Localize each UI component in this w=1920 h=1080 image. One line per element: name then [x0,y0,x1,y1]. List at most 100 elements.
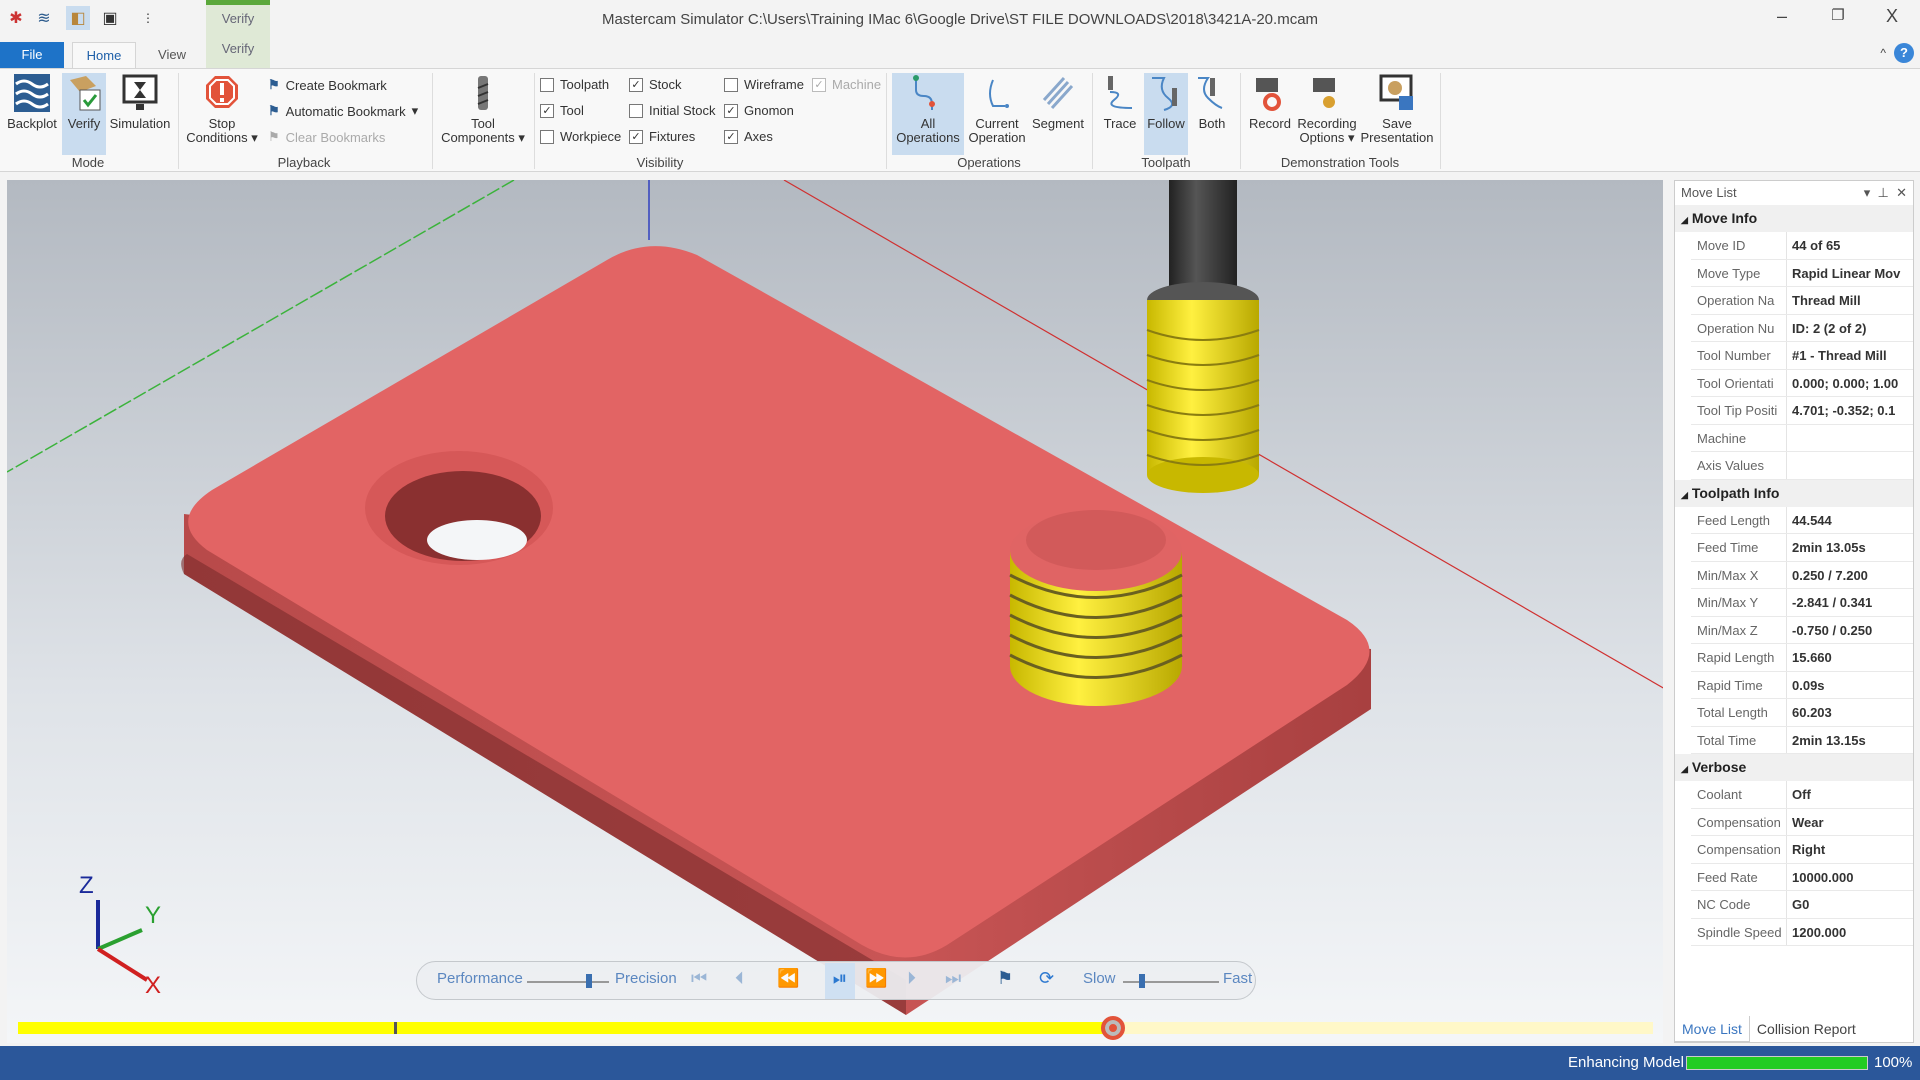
backplot-button[interactable]: Backplot [4,73,60,131]
gnomon-checkbox[interactable]: ✓ Gnomon [724,103,794,118]
recording-options-button[interactable]: Recording Options ▾ [1296,73,1358,145]
property-name: Spindle Speed [1691,918,1787,945]
all-operations-button[interactable]: All Operations [892,73,964,155]
property-row[interactable]: Tool Number #1 - Thread Mill [1691,342,1913,370]
step-back-icon[interactable]: ⏪ [777,968,799,989]
follow-button[interactable]: Follow [1144,73,1188,155]
property-row[interactable]: Total Length 60.203 [1691,699,1913,727]
property-row[interactable]: Tool Orientati 0.000; 0.000; 1.00 [1691,369,1913,397]
restore-button[interactable]: ❐ [1818,6,1858,32]
property-row[interactable]: Axis Values [1691,452,1913,480]
property-row[interactable]: NC Code G0 [1691,891,1913,919]
segment-button[interactable]: Segment [1030,73,1086,131]
loop-icon[interactable]: ⟳ [1039,968,1054,989]
step-end-icon[interactable]: ⏵ [907,968,916,989]
help-icon[interactable]: ? [1894,43,1914,63]
follow-icon [1147,73,1185,113]
gnomon-x-label: X [145,972,162,999]
property-row[interactable]: Min/Max X 0.250 / 7.200 [1691,561,1913,589]
property-row[interactable]: Machine [1691,424,1913,452]
simulation-button[interactable]: Simulation [108,73,172,131]
save-presentation-button[interactable]: Save Presentation [1360,73,1434,145]
section-header[interactable]: ◢ Toolpath Info [1675,479,1913,507]
go-to-end-icon[interactable]: ⏭ [945,968,961,989]
3d-viewport[interactable]: Z Y X [7,180,1663,1043]
speed-slider[interactable] [1123,974,1219,988]
stop-conditions-button[interactable]: Stop Conditions ▾ [184,73,260,145]
tab-view[interactable]: View [140,42,204,68]
property-row[interactable]: Rapid Length 15.660 [1691,644,1913,672]
pin-icon[interactable]: ⊥ [1878,185,1889,200]
tool-components-button[interactable]: Tool Components ▾ [436,73,530,145]
tab-file[interactable]: File [0,42,64,68]
property-name: Rapid Time [1691,671,1787,698]
minimize-button[interactable]: – [1762,6,1802,32]
current-operation-button[interactable]: Current Operation [966,73,1028,145]
property-row[interactable]: Tool Tip Positi 4.701; -0.352; 0.1 [1691,397,1913,425]
collapse-triangle-icon[interactable]: ◢ [1681,215,1688,225]
quality-slider-thumb[interactable] [585,974,592,988]
property-name: Total Time [1691,726,1787,753]
tab-collision-report[interactable]: Collision Report [1750,1016,1863,1042]
play-pause-button[interactable]: ⏯ [825,963,855,999]
property-row[interactable]: Min/Max Z -0.750 / 0.250 [1691,616,1913,644]
quality-slider[interactable] [527,974,609,988]
property-row[interactable]: Operation Nu ID: 2 (2 of 2) [1691,314,1913,342]
property-row[interactable]: Coolant Off [1691,781,1913,809]
tool-icon [464,73,502,113]
simulation-progress-track[interactable] [18,1016,1653,1040]
property-row[interactable]: Operation Na Thread Mill [1691,287,1913,315]
speed-slider-thumb[interactable] [1139,974,1146,988]
section-header[interactable]: ◢ Verbose [1675,754,1913,781]
initial-stock-checkbox[interactable]: Initial Stock [629,103,715,118]
property-row[interactable]: Rapid Time 0.09s [1691,671,1913,699]
collapse-triangle-icon[interactable]: ◢ [1681,764,1688,774]
close-panel-icon[interactable]: ✕ [1896,185,1907,200]
bookmark-marker[interactable] [394,1022,398,1034]
property-row[interactable]: Spindle Speed 1200.000 [1691,918,1913,946]
property-row[interactable]: Move ID 44 of 65 [1691,232,1913,260]
tab-home[interactable]: Home [72,42,136,68]
toolpath-checkbox[interactable]: Toolpath [540,77,609,92]
section-header[interactable]: ◢ Move Info [1675,205,1913,232]
clear-bookmarks-button[interactable]: ⚑ Clear Bookmarks [268,129,385,145]
workpiece-checkbox[interactable]: Workpiece [540,129,621,144]
automatic-bookmark-button[interactable]: ⚑ Automatic Bookmark ▾ [268,103,418,119]
property-name: Move ID [1691,232,1787,259]
close-button[interactable]: X [1872,6,1912,32]
checkbox-box[interactable] [540,77,554,92]
simulation-icon [121,73,159,113]
property-row[interactable]: Total Time 2min 13.15s [1691,726,1913,754]
step-forward-icon[interactable]: ⏩ [865,968,887,989]
trace-button[interactable]: Trace [1098,73,1142,131]
step-start-icon[interactable]: ⏴ [735,968,744,989]
go-to-start-icon[interactable]: ⏮ [691,968,707,989]
wireframe-checkbox[interactable]: Wireframe [724,77,804,92]
axes-checkbox[interactable]: ✓ Axes [724,129,773,144]
fixtures-checkbox[interactable]: ✓ Fixtures [629,129,695,144]
record-button[interactable]: Record [1246,73,1294,131]
create-bookmark-button[interactable]: ⚑ Create Bookmark [268,77,387,93]
dropdown-icon[interactable]: ▾ [1864,185,1871,200]
property-row[interactable]: Feed Length 44.544 [1691,506,1913,534]
property-row[interactable]: Compensation Right [1691,836,1913,864]
panel-tabs: Move List Collision Report [1674,1016,1863,1042]
collapse-triangle-icon[interactable]: ◢ [1681,490,1688,500]
both-button[interactable]: Both [1190,73,1234,131]
scene[interactable] [7,180,1663,1043]
property-row[interactable]: Min/Max Y -2.841 / 0.341 [1691,589,1913,617]
property-value: 2min 13.15s [1792,732,1866,748]
collapse-ribbon-icon[interactable]: ^ [1880,46,1886,60]
tool-checkbox[interactable]: ✓ Tool [540,103,584,118]
tab-verify[interactable]: Verify [206,41,270,56]
property-row[interactable]: Feed Rate 10000.000 [1691,863,1913,891]
stock-checkbox[interactable]: ✓ Stock [629,77,682,92]
tab-move-list[interactable]: Move List [1674,1016,1750,1042]
property-row[interactable]: Compensation Wear [1691,808,1913,836]
verify-button[interactable]: Verify [62,73,106,155]
machine-checkbox[interactable]: ✓ Machine [812,77,881,92]
property-row[interactable]: Move Type Rapid Linear Mov [1691,259,1913,287]
add-bookmark-icon[interactable]: ⚑ [997,968,1013,989]
gnomon-z-label: Z [79,872,94,899]
property-row[interactable]: Feed Time 2min 13.05s [1691,534,1913,562]
